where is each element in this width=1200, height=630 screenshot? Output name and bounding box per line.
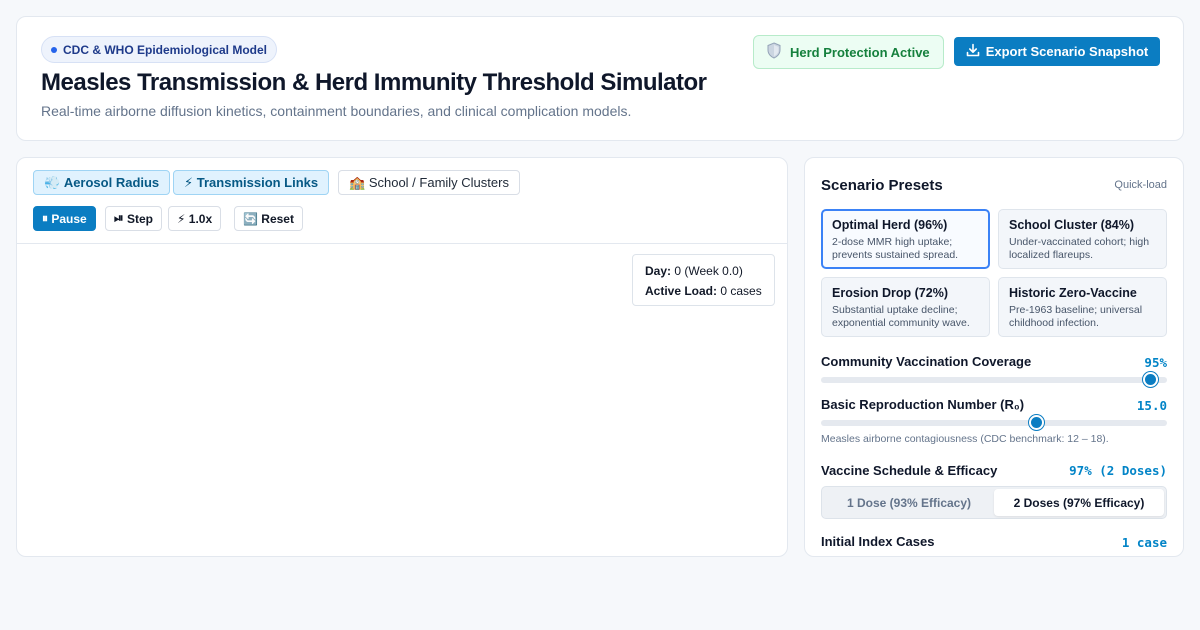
coverage-label: Community Vaccination Coverage: [821, 354, 1032, 369]
r0-slider[interactable]: [821, 415, 1167, 430]
preset-erosion-drop[interactable]: Erosion Drop (72%) Substantial uptake de…: [821, 277, 990, 337]
lightning-icon: ⚡: [184, 174, 194, 190]
pause-button[interactable]: ⏸ Pause: [33, 206, 96, 231]
toggle-transmission-links[interactable]: ⚡ Transmission Links: [173, 170, 330, 195]
r0-label: Basic Reproduction Number (R₀): [821, 397, 1025, 412]
page-title: Measles Transmission & Herd Immunity Thr…: [41, 69, 707, 96]
refresh-icon: 🔄: [243, 211, 258, 226]
model-source-pill: CDC & WHO Epidemiological Model: [41, 36, 278, 63]
shield-icon: [766, 42, 782, 62]
herd-protection-badge: Herd Protection Active: [753, 35, 944, 69]
preset-title: Historic Zero-Vaccine: [1009, 286, 1137, 300]
index-cases-label: Initial Index Cases: [821, 534, 935, 549]
school-icon: 🏫: [349, 174, 366, 190]
page-subtitle: Real-time airborne diffusion kinetics, c…: [41, 103, 632, 119]
speed-button[interactable]: ⚡ 1.0x: [168, 206, 222, 231]
simulation-hud: Day: 0 (Week 0.0) Active Load: 0 cases: [632, 254, 775, 306]
step-button[interactable]: ⏯ Step: [105, 206, 162, 231]
herd-protection-label: Herd Protection Active: [790, 44, 930, 60]
toggle-label: Transmission Links: [196, 175, 319, 190]
play-pause-icon: ⏯: [114, 211, 124, 225]
option-two-doses[interactable]: 2 Doses (97% Efficacy): [994, 489, 1164, 516]
toggle-label: Aerosol Radius: [63, 175, 160, 190]
step-label: Step: [126, 211, 153, 226]
quickload-label: Quick-load: [1114, 179, 1167, 191]
r0-slider-thumb[interactable]: [1028, 415, 1044, 430]
pause-icon: ⏸: [42, 211, 49, 225]
pause-label: Pause: [51, 211, 87, 226]
toggle-school-family-clusters[interactable]: 🏫 School / Family Clusters: [338, 170, 520, 195]
preset-description: 2-dose MMR high uptake; prevents sustain…: [832, 236, 959, 261]
vaccine-schedule-value: 97% (2 Doses): [1069, 463, 1167, 478]
index-cases-value: 1 case: [1121, 535, 1167, 550]
reset-button[interactable]: 🔄 Reset: [234, 206, 303, 231]
preset-description: Pre-1963 baseline; universal childhood i…: [1009, 304, 1143, 329]
download-icon: [966, 43, 980, 60]
option-one-dose[interactable]: 1 Dose (93% Efficacy): [824, 489, 994, 516]
day-label: Day:: [645, 264, 672, 278]
scenario-presets-panel: Scenario Presets Quick-load Optimal Herd…: [804, 157, 1184, 557]
preset-description: Under-vaccinated cohort; high localized …: [1009, 236, 1150, 261]
speed-label: 1.0x: [188, 211, 213, 226]
export-snapshot-button[interactable]: Export Scenario Snapshot: [954, 37, 1160, 66]
preset-optimal-herd[interactable]: Optimal Herd (96%) 2-dose MMR high uptak…: [821, 209, 990, 269]
export-snapshot-label: Export Scenario Snapshot: [985, 44, 1149, 59]
toggle-label: School / Family Clusters: [368, 175, 509, 190]
r0-value: 15.0: [1136, 398, 1167, 413]
day-readout: Day: 0 (Week 0.0): [645, 263, 762, 283]
coverage-value: 95%: [1144, 355, 1167, 370]
vaccine-schedule-toggle[interactable]: 1 Dose (93% Efficacy) 2 Doses (97% Effic…: [821, 486, 1167, 519]
model-source-label: CDC & WHO Epidemiological Model: [63, 42, 268, 57]
preset-school-cluster[interactable]: School Cluster (84%) Under-vaccinated co…: [998, 209, 1167, 269]
coverage-slider-thumb[interactable]: [1142, 372, 1158, 387]
dot-icon: [51, 46, 57, 53]
wind-icon: 💨: [44, 174, 61, 190]
active-load-readout: Active Load: 0 cases: [645, 283, 762, 303]
active-load-label: Active Load:: [645, 284, 718, 298]
preset-title: Optimal Herd (96%): [832, 218, 948, 232]
preset-title: School Cluster (84%): [1009, 218, 1135, 232]
toggle-aerosol-radius[interactable]: 💨 Aerosol Radius: [33, 170, 171, 195]
lightning-icon: ⚡: [177, 211, 186, 226]
vaccine-schedule-label: Vaccine Schedule & Efficacy: [821, 463, 998, 478]
presets-title: Scenario Presets: [821, 177, 943, 194]
r0-benchmark-note: Measles airborne contagiousness (CDC ben…: [821, 433, 1109, 445]
simulation-panel: 💨 Aerosol Radius ⚡ Transmission Links 🏫 …: [16, 157, 788, 557]
header-card: CDC & WHO Epidemiological Model Measles …: [16, 16, 1184, 141]
reset-label: Reset: [261, 211, 294, 226]
day-value: 0 (Week 0.0): [674, 264, 743, 278]
simulation-toolbar: 💨 Aerosol Radius ⚡ Transmission Links 🏫 …: [17, 158, 787, 244]
preset-description: Substantial uptake decline; exponential …: [832, 304, 970, 329]
preset-title: Erosion Drop (72%): [832, 286, 948, 300]
coverage-slider[interactable]: [821, 372, 1167, 387]
preset-historic-zero-vaccine[interactable]: Historic Zero-Vaccine Pre-1963 baseline;…: [998, 277, 1167, 337]
active-load-value: 0 cases: [720, 284, 762, 298]
